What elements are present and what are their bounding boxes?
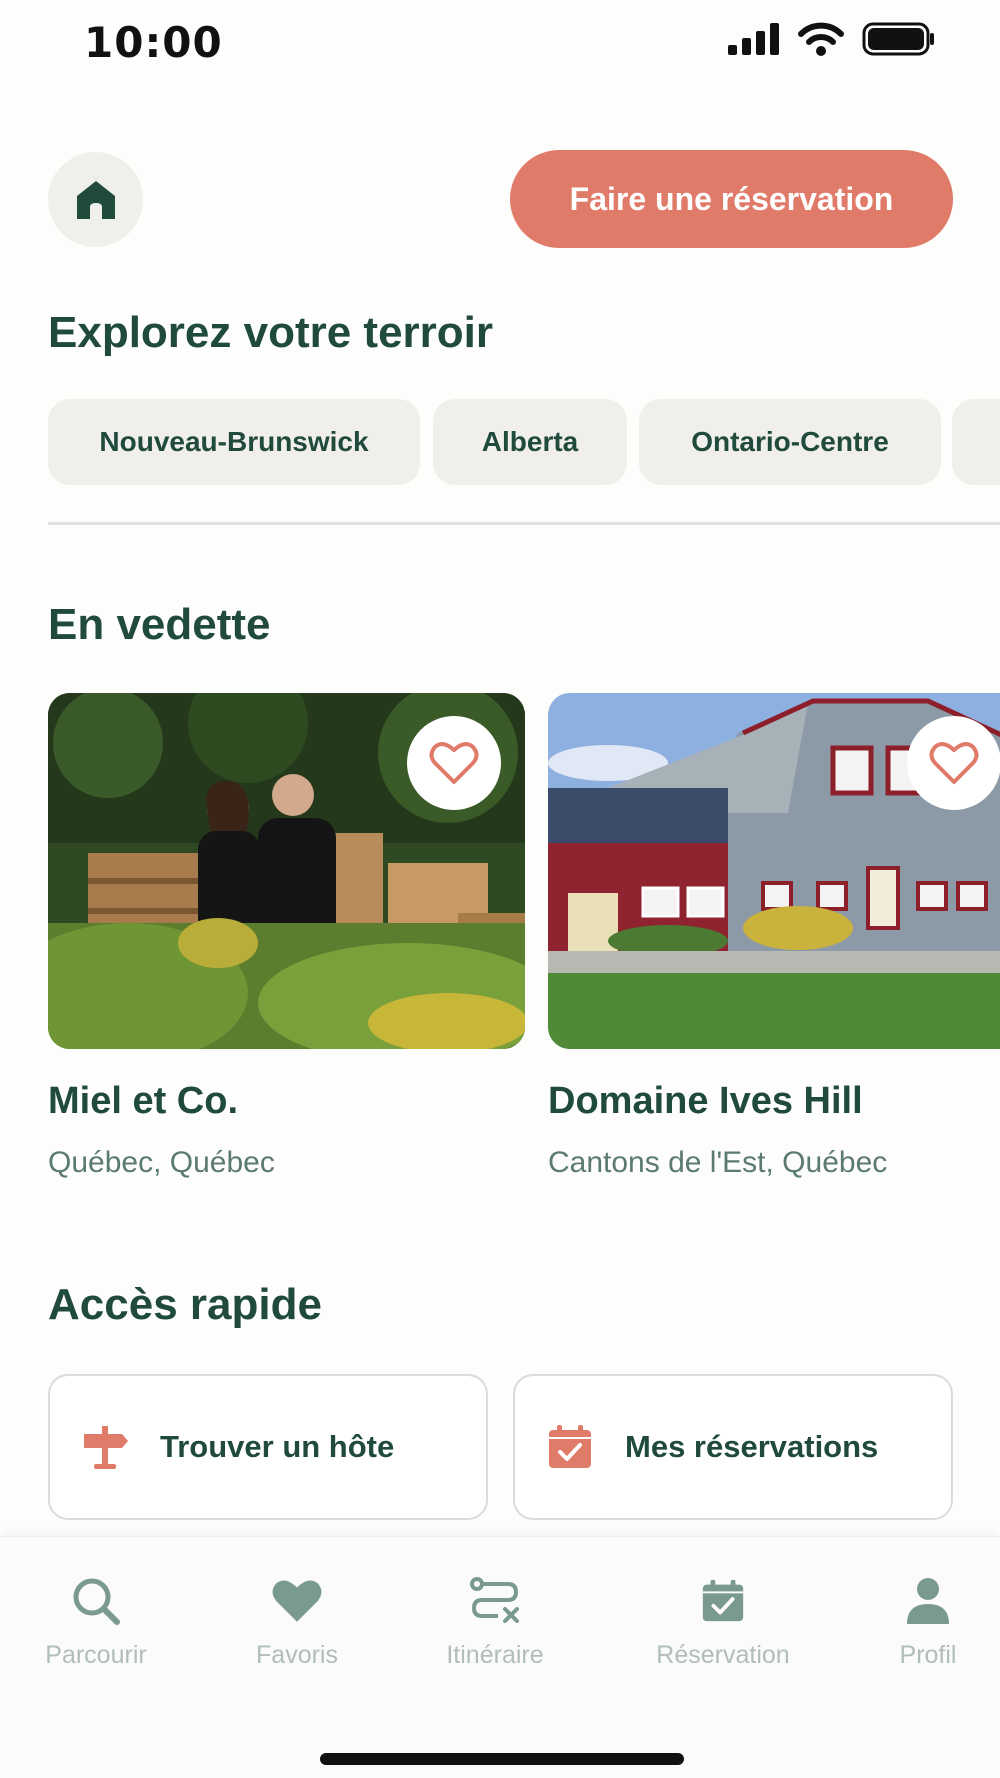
featured-card-title[interactable]: Miel et Co. — [48, 1080, 238, 1123]
tab-label: Parcourir — [45, 1641, 147, 1669]
find-host-label: Trouver un hôte — [160, 1429, 395, 1464]
chip-next-partial[interactable] — [952, 399, 1000, 485]
heart-outline-icon — [929, 742, 979, 784]
calendar-check-icon — [695, 1573, 751, 1629]
home-indicator — [320, 1753, 684, 1765]
tab-profil[interactable]: Profil — [843, 1573, 1000, 1670]
tab-reservation[interactable]: Réservation — [638, 1573, 808, 1670]
status-icons — [728, 22, 936, 56]
search-icon — [68, 1573, 124, 1629]
heart-outline-icon — [429, 742, 479, 784]
chip-ontario-centre[interactable]: Ontario-Centre — [639, 399, 941, 485]
tab-parcourir[interactable]: Parcourir — [11, 1573, 181, 1670]
find-host-button[interactable]: Trouver un hôte — [48, 1374, 488, 1520]
home-icon — [76, 180, 115, 219]
my-reservations-label: Mes réservations — [625, 1429, 879, 1464]
featured-card-title[interactable]: Domaine Ives Hill — [548, 1080, 863, 1123]
featured-card-image-ives-hill[interactable] — [548, 693, 1000, 1049]
home-button[interactable] — [48, 152, 143, 247]
tab-label: Favoris — [256, 1641, 338, 1669]
wifi-icon — [798, 22, 844, 56]
section-divider — [48, 522, 1000, 525]
battery-icon — [862, 22, 934, 56]
terroir-section-title: Explorez votre terroir — [48, 308, 494, 357]
featured-card-location: Québec, Québec — [48, 1146, 275, 1179]
tab-label: Profil — [899, 1641, 957, 1669]
quick-access-title: Accès rapide — [48, 1280, 322, 1329]
calendar-check-icon — [545, 1422, 595, 1472]
make-reservation-button[interactable]: Faire une réservation — [510, 150, 953, 248]
status-bar: 10:00 — [0, 0, 1000, 90]
favorite-button[interactable] — [907, 716, 1000, 810]
favorite-button[interactable] — [407, 716, 501, 810]
region-chips: Nouveau-Brunswick Alberta Ontario-Centre — [48, 399, 1000, 485]
chip-nouveau-brunswick[interactable]: Nouveau-Brunswick — [48, 399, 420, 485]
featured-section-title: En vedette — [48, 600, 271, 649]
user-icon — [900, 1573, 956, 1629]
signpost-icon — [80, 1422, 130, 1472]
my-reservations-button[interactable]: Mes réservations — [513, 1374, 953, 1520]
tab-favoris[interactable]: Favoris — [212, 1573, 382, 1670]
tab-itineraire[interactable]: Itinéraire — [410, 1573, 580, 1670]
tab-label: Réservation — [656, 1641, 790, 1669]
chip-alberta[interactable]: Alberta — [433, 399, 627, 485]
route-icon — [467, 1573, 523, 1629]
status-time: 10:00 — [84, 18, 223, 67]
heart-icon — [269, 1573, 325, 1629]
bottom-tab-bar: Parcourir Favoris Itinéraire Réservation… — [0, 1536, 1000, 1778]
featured-card-location: Cantons de l'Est, Québec — [548, 1146, 888, 1179]
cellular-signal-icon — [728, 23, 779, 55]
featured-card-image-miel[interactable] — [48, 693, 525, 1049]
tab-label: Itinéraire — [446, 1641, 544, 1669]
